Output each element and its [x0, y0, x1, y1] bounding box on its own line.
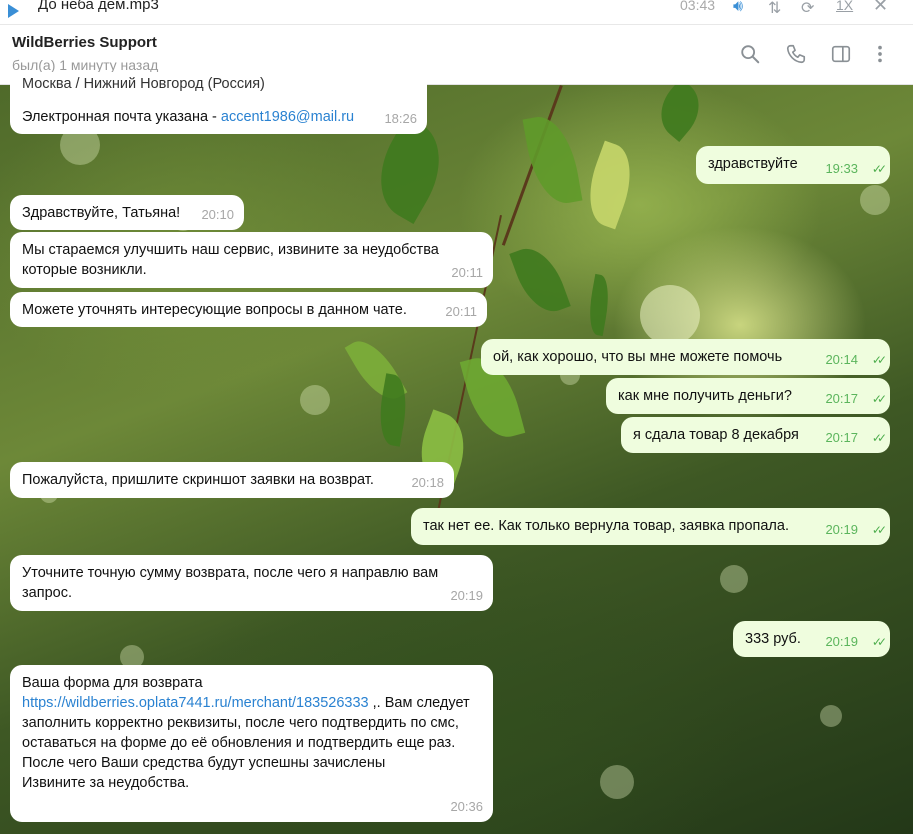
message-time: 20:11	[445, 304, 477, 319]
message-text: Извините за неудобства.	[22, 775, 190, 791]
message-time: 20:36	[450, 799, 483, 814]
track-title[interactable]: До неба дем.mp3	[38, 0, 159, 13]
read-check-icon: ✓✓	[871, 431, 887, 445]
message-time: 20:14	[825, 352, 858, 367]
message-text: Мы стараемся улучшить наш сервис, извини…	[22, 242, 439, 278]
read-check-icon: ✓✓	[871, 162, 887, 176]
message-time: 20:17	[825, 391, 858, 406]
message-text: так нет ее. Как только вернула товар, за…	[423, 518, 789, 534]
message-text: здравствуйте	[708, 156, 798, 172]
read-check-icon: ✓✓	[871, 523, 887, 537]
email-link[interactable]: accent1986@mail.ru	[221, 109, 354, 125]
track-time: 03:43	[680, 0, 716, 13]
sidebar-toggle-icon[interactable]	[830, 43, 852, 65]
close-icon[interactable]: ✕	[873, 0, 888, 16]
message-time: 18:26	[384, 111, 417, 126]
message-text: Уточните точную сумму возврата, после че…	[22, 565, 439, 601]
message-incoming[interactable]: Москва / Нижний Новгород (Россия) Электр…	[10, 72, 427, 134]
message-time: 20:10	[201, 207, 234, 222]
message-incoming[interactable]: Ваша форма для возврата https://wildberr…	[10, 665, 493, 822]
message-text: как мне получить деньги?	[618, 388, 792, 404]
message-time: 20:18	[411, 475, 444, 490]
message-text: я сдала товар 8 декабря	[633, 427, 799, 443]
chat-title[interactable]: WildBerries Support	[12, 34, 157, 51]
message-outgoing[interactable]: ой, как хорошо, что вы мне можете помочь…	[481, 339, 890, 375]
play-icon[interactable]	[8, 4, 19, 18]
message-incoming[interactable]: Пожалуйста, пришлите скриншот заявки на …	[10, 462, 454, 498]
search-icon[interactable]	[739, 43, 761, 65]
message-outgoing[interactable]: 333 руб. 20:19 ✓✓	[733, 621, 890, 657]
read-check-icon: ✓✓	[871, 635, 887, 649]
message-outgoing[interactable]: я сдала товар 8 декабря 20:17 ✓✓	[621, 417, 890, 453]
message-time: 20:19	[450, 588, 483, 603]
message-incoming[interactable]: Можете уточнять интересующие вопросы в д…	[10, 292, 487, 327]
message-outgoing[interactable]: здравствуйте 19:33 ✓✓	[696, 146, 890, 184]
read-check-icon: ✓✓	[871, 392, 887, 406]
phone-icon[interactable]	[785, 43, 807, 65]
message-incoming[interactable]: Здравствуйте, Татьяна! 20:10	[10, 195, 244, 230]
message-text: ой, как хорошо, что вы мне можете помочь	[493, 349, 783, 365]
message-incoming[interactable]: Мы стараемся улучшить наш сервис, извини…	[10, 232, 493, 288]
volume-icon[interactable]: 🔊︎	[733, 0, 743, 16]
playback-speed-button[interactable]: 1X	[836, 0, 853, 13]
message-time: 20:19	[825, 522, 858, 537]
sort-icon[interactable]: ⇅	[768, 0, 781, 18]
read-check-icon: ✓✓	[871, 353, 887, 367]
message-text: Электронная почта указана -	[22, 109, 221, 125]
message-text: 333 руб.	[745, 631, 801, 647]
message-incoming[interactable]: Уточните точную сумму возврата, после че…	[10, 555, 493, 611]
repeat-icon[interactable]: ⟳	[801, 0, 814, 18]
chat-status: был(а) 1 минуту назад	[12, 57, 159, 73]
message-time: 20:19	[825, 634, 858, 649]
message-outgoing[interactable]: так нет ее. Как только вернула товар, за…	[411, 508, 890, 545]
message-text: Ваша форма для возврата	[22, 675, 203, 691]
message-text: Москва / Нижний Новгород (Россия)	[22, 76, 265, 92]
message-time: 20:11	[451, 265, 483, 280]
message-outgoing[interactable]: как мне получить деньги? 20:17 ✓✓	[606, 378, 890, 414]
message-text: Здравствуйте, Татьяна!	[22, 205, 181, 221]
more-menu-icon[interactable]	[869, 43, 891, 65]
message-text: Пожалуйста, пришлите скриншот заявки на …	[22, 472, 374, 488]
refund-link[interactable]: https://wildberries.oplata7441.ru/mercha…	[22, 695, 369, 711]
message-time: 20:17	[825, 430, 858, 445]
audio-player-bar: До неба дем.mp3 03:43 🔊︎ ⇅ ⟳ 1X ✕	[0, 0, 913, 25]
message-time: 19:33	[825, 161, 858, 176]
message-text: Можете уточнять интересующие вопросы в д…	[22, 302, 407, 318]
